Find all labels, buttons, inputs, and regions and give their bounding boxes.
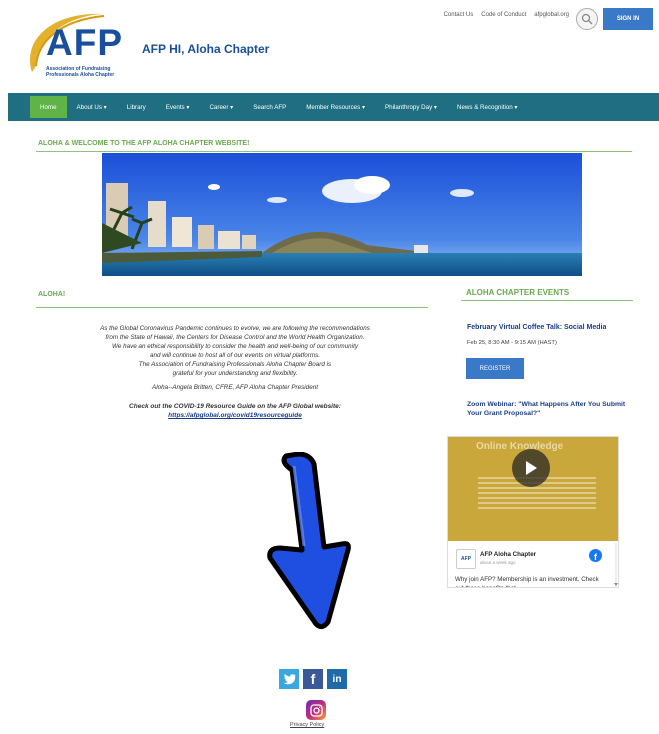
twitter-icon[interactable] [279, 669, 299, 689]
instagram-icon[interactable] [306, 700, 326, 720]
afpglobal-link[interactable]: afpglobal.org [534, 12, 569, 18]
play-icon[interactable] [512, 449, 550, 487]
logo-letters: AFP [46, 22, 123, 63]
nav-career[interactable]: Career ▾ [199, 93, 243, 121]
divider [461, 300, 633, 301]
post-text: Why join AFP? Membership is an investmen… [455, 576, 599, 587]
message-line: and will continue to host all of our eve… [149, 352, 321, 359]
event-title-link[interactable]: Zoom Webinar: "What Happens After You Su… [467, 401, 637, 418]
facebook-icon[interactable]: f [303, 669, 323, 689]
site-title: AFP HI, Aloha Chapter [142, 42, 270, 56]
nav-about-us[interactable]: About Us ▾ [67, 93, 117, 121]
event-title-link[interactable]: February Virtual Coffee Talk: Social Med… [467, 324, 637, 331]
cover-title: Online Knowledge [476, 441, 564, 452]
message-line: from the State of Hawaii, the Centers fo… [105, 334, 365, 341]
message-line: The Association of Fundraising Professio… [138, 361, 332, 368]
nav-member-resources[interactable]: Member Resources ▾ [296, 93, 375, 121]
nav-events[interactable]: Events ▾ [156, 93, 200, 121]
privacy-policy-link[interactable]: Privacy Policy [290, 722, 324, 728]
message-line: We have an ethical responsibility to con… [112, 343, 358, 350]
facebook-icon: f [589, 549, 602, 562]
logo-subtitle: Association of Fundraising Professionals… [46, 66, 115, 78]
top-links: Contact Us Code of Conduct afpglobal.org [444, 12, 569, 18]
scrollbar[interactable] [613, 543, 619, 588]
message-line: grateful for your understanding and flex… [172, 370, 298, 377]
page-avatar[interactable]: AFP [456, 549, 476, 569]
afp-logo[interactable]: AFP Association of Fundraising Professio… [22, 10, 134, 88]
covid-guide-link[interactable]: https://afpglobal.org/covid19resourcegui… [40, 411, 430, 420]
down-arrow-icon [267, 452, 351, 630]
contact-link[interactable]: Contact Us [444, 12, 474, 18]
post-time: about a week ago [480, 560, 516, 565]
events-heading: ALOHA CHAPTER EVENTS [466, 288, 570, 297]
message-line: As the Global Coronavirus Pandemic conti… [100, 325, 370, 332]
nav-philanthropy-day[interactable]: Philanthropy Day ▾ [375, 93, 447, 121]
page-name[interactable]: AFP Aloha Chapter [480, 551, 536, 558]
sign-in-button[interactable]: SIGN IN [603, 8, 653, 30]
aloha-heading: ALOHA! [38, 291, 66, 298]
search-button[interactable] [576, 8, 598, 30]
nav-search-afp[interactable]: Search AFP [243, 93, 296, 121]
register-button[interactable]: REGISTER [466, 358, 524, 379]
nav-home[interactable]: Home [30, 96, 67, 118]
hero-image [102, 153, 582, 276]
facebook-feed-widget[interactable]: Online Knowledge AFP AFP Aloha Chapter a… [447, 436, 619, 588]
site-header: AFP Association of Fundraising Professio… [0, 0, 659, 92]
president-signature: Aloha--Angela Britten, CFRE, AFP Aloha C… [152, 384, 318, 391]
event-date: Feb 25, 8:30 AM - 9:15 AM (HAST) [467, 340, 557, 346]
main-nav: Home About Us ▾ Library Events ▾ Career … [8, 93, 659, 121]
divider [36, 151, 632, 152]
code-of-conduct-link[interactable]: Code of Conduct [481, 12, 526, 18]
facebook-cover-video[interactable]: Online Knowledge [448, 437, 618, 541]
nav-news-recognition[interactable]: News & Recognition ▾ [447, 93, 528, 121]
covid-resource: Check out the COVID-19 Resource Guide on… [40, 402, 430, 420]
linkedin-icon[interactable]: in [327, 669, 347, 689]
covid-text: Check out the COVID-19 Resource Guide on… [129, 403, 341, 410]
aloha-message: As the Global Coronavirus Pandemic conti… [40, 324, 430, 378]
social-links: f in [279, 669, 347, 689]
search-icon [581, 13, 593, 25]
welcome-heading: ALOHA & WELCOME TO THE AFP ALOHA CHAPTER… [38, 140, 250, 147]
nav-library[interactable]: Library [117, 93, 156, 121]
divider [36, 307, 428, 308]
